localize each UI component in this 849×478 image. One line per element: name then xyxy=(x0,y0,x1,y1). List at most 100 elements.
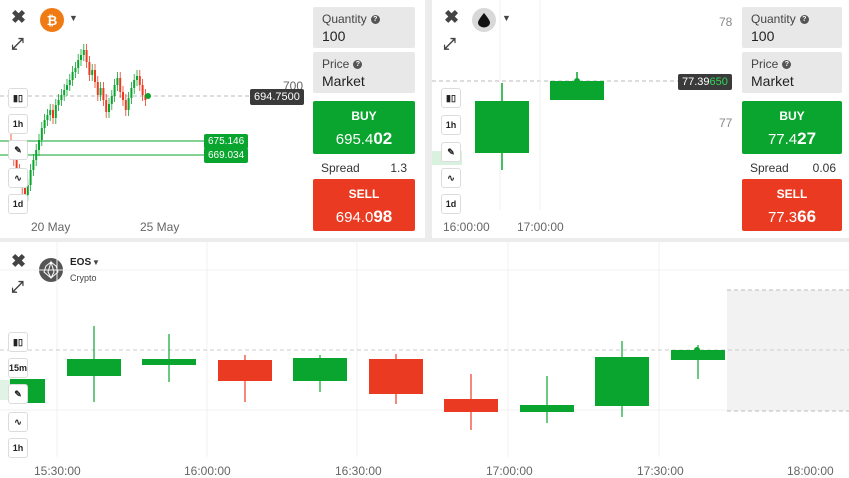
candle xyxy=(91,70,94,75)
chart-panel-eos: ✖ ⤢ EOS ▼ Crypto ▮▯ 15m ✎ ∿ 1h 15:30:00 … xyxy=(0,242,849,478)
timeframe-button[interactable]: 1h xyxy=(8,438,28,458)
spread-row: Spread 0.06 xyxy=(750,161,836,175)
candle xyxy=(46,115,49,120)
candle xyxy=(105,100,108,112)
price-value: Market xyxy=(751,73,794,89)
indicator-icon[interactable]: ∿ xyxy=(8,168,28,188)
buy-label: BUY xyxy=(779,109,805,123)
timeframe-button[interactable]: 1d xyxy=(8,194,28,214)
price-label: Price xyxy=(322,57,350,71)
quantity-label: Quantity xyxy=(751,12,796,26)
chart-panel-bitcoin: ✖ ₿ ▼ ⤢ 700 694.7500 675.146 669.034 ▮▯ … xyxy=(0,0,425,238)
current-price-dot xyxy=(574,78,580,84)
quantity-field[interactable]: Quantity? 100 xyxy=(742,7,842,48)
candle xyxy=(113,85,116,96)
help-icon[interactable]: ? xyxy=(353,59,363,69)
candle xyxy=(133,80,136,88)
candle xyxy=(40,128,43,140)
x-axis-label: 20 May xyxy=(31,220,71,234)
timeframe-button[interactable]: 1h xyxy=(441,115,461,135)
x-axis-label: 18:00:00 xyxy=(787,464,834,478)
chart-panel-oil: ✖ ▼ ⤢ 78 77 77.39650 ▮▯ 1h ✎ ∿ 1d 16:00:… xyxy=(432,0,849,238)
indicator-icon[interactable]: ∿ xyxy=(441,168,461,188)
x-axis-label: 17:30:00 xyxy=(637,464,684,478)
sell-price: 77.366 xyxy=(767,207,817,226)
candle xyxy=(141,85,144,95)
buy-button[interactable]: BUY 77.427 xyxy=(742,101,842,154)
x-axis-label: 25 May xyxy=(140,220,180,234)
buy-button[interactable]: BUY 695.402 xyxy=(313,101,415,154)
candle xyxy=(68,80,71,85)
candle xyxy=(369,359,423,394)
x-axis-label: 15:30:00 xyxy=(34,464,81,478)
candles xyxy=(10,44,147,201)
candle xyxy=(142,359,196,365)
candle xyxy=(66,85,68,90)
timeframe-button[interactable]: 1h xyxy=(8,114,28,134)
candle xyxy=(444,399,498,412)
sell-price: 694.098 xyxy=(335,207,393,226)
x-axis-label: 17:00:00 xyxy=(517,220,564,234)
candle xyxy=(119,78,122,92)
current-price-tag: 77.39650 xyxy=(678,74,732,90)
spread-value: 0.06 xyxy=(812,161,836,175)
candle xyxy=(88,62,91,75)
chart-type-candles-icon[interactable]: ▮▯ xyxy=(8,332,28,352)
x-axis-label: 16:00:00 xyxy=(184,464,231,478)
current-price-tag: 694.7500 xyxy=(250,89,304,105)
candle xyxy=(43,120,46,128)
candle xyxy=(218,360,272,381)
candle xyxy=(60,95,63,100)
buy-price: 77.427 xyxy=(767,129,817,148)
candle xyxy=(80,55,82,60)
candle xyxy=(49,110,52,115)
candle xyxy=(520,405,574,412)
candle xyxy=(108,104,110,112)
candle xyxy=(595,357,649,406)
level-tag[interactable]: 675.146 xyxy=(204,134,249,149)
y-axis-label: 77 xyxy=(719,116,733,130)
timeframe-button[interactable]: 1d xyxy=(441,194,461,214)
candle xyxy=(32,160,35,170)
current-price-dot xyxy=(694,347,700,353)
help-icon[interactable]: ? xyxy=(782,59,792,69)
y-axis-label: 78 xyxy=(719,15,733,29)
candle xyxy=(124,100,127,110)
help-icon[interactable]: ? xyxy=(799,14,809,24)
candle xyxy=(85,50,88,62)
candles xyxy=(67,326,725,430)
spread-row: Spread 1.3 xyxy=(321,161,407,175)
quantity-field[interactable]: Quantity? 100 xyxy=(313,7,415,48)
candle xyxy=(99,88,102,95)
spread-label: Spread xyxy=(750,161,789,175)
candle xyxy=(71,72,74,80)
candle xyxy=(475,101,529,153)
candle xyxy=(110,96,113,104)
sell-button[interactable]: SELL 77.366 xyxy=(742,179,842,231)
price-field[interactable]: Price? Market xyxy=(313,52,415,93)
candle xyxy=(122,92,124,100)
sell-button[interactable]: SELL 694.098 xyxy=(313,179,415,231)
help-icon[interactable]: ? xyxy=(370,14,380,24)
chart-type-candles-icon[interactable]: ▮▯ xyxy=(8,88,28,108)
sell-label: SELL xyxy=(348,187,380,201)
candle xyxy=(127,98,130,110)
timeframe-button[interactable]: 15m xyxy=(8,358,28,378)
price-chart[interactable] xyxy=(0,242,849,478)
candle xyxy=(74,68,77,72)
pencil-icon[interactable]: ✎ xyxy=(441,142,461,162)
candle xyxy=(96,82,99,95)
price-label: Price xyxy=(751,57,779,71)
quantity-label: Quantity xyxy=(322,12,367,26)
candle xyxy=(130,88,133,98)
chart-type-candles-icon[interactable]: ▮▯ xyxy=(441,88,461,108)
sell-label: SELL xyxy=(776,187,808,201)
level-tag[interactable]: 669.034 xyxy=(204,148,249,163)
candle xyxy=(54,105,57,118)
pencil-icon[interactable]: ✎ xyxy=(8,140,28,160)
x-axis-label: 17:00:00 xyxy=(486,464,533,478)
pencil-icon[interactable]: ✎ xyxy=(8,384,28,404)
price-field[interactable]: Price? Market xyxy=(742,52,842,93)
indicator-icon[interactable]: ∿ xyxy=(8,412,28,432)
candle xyxy=(52,110,54,118)
